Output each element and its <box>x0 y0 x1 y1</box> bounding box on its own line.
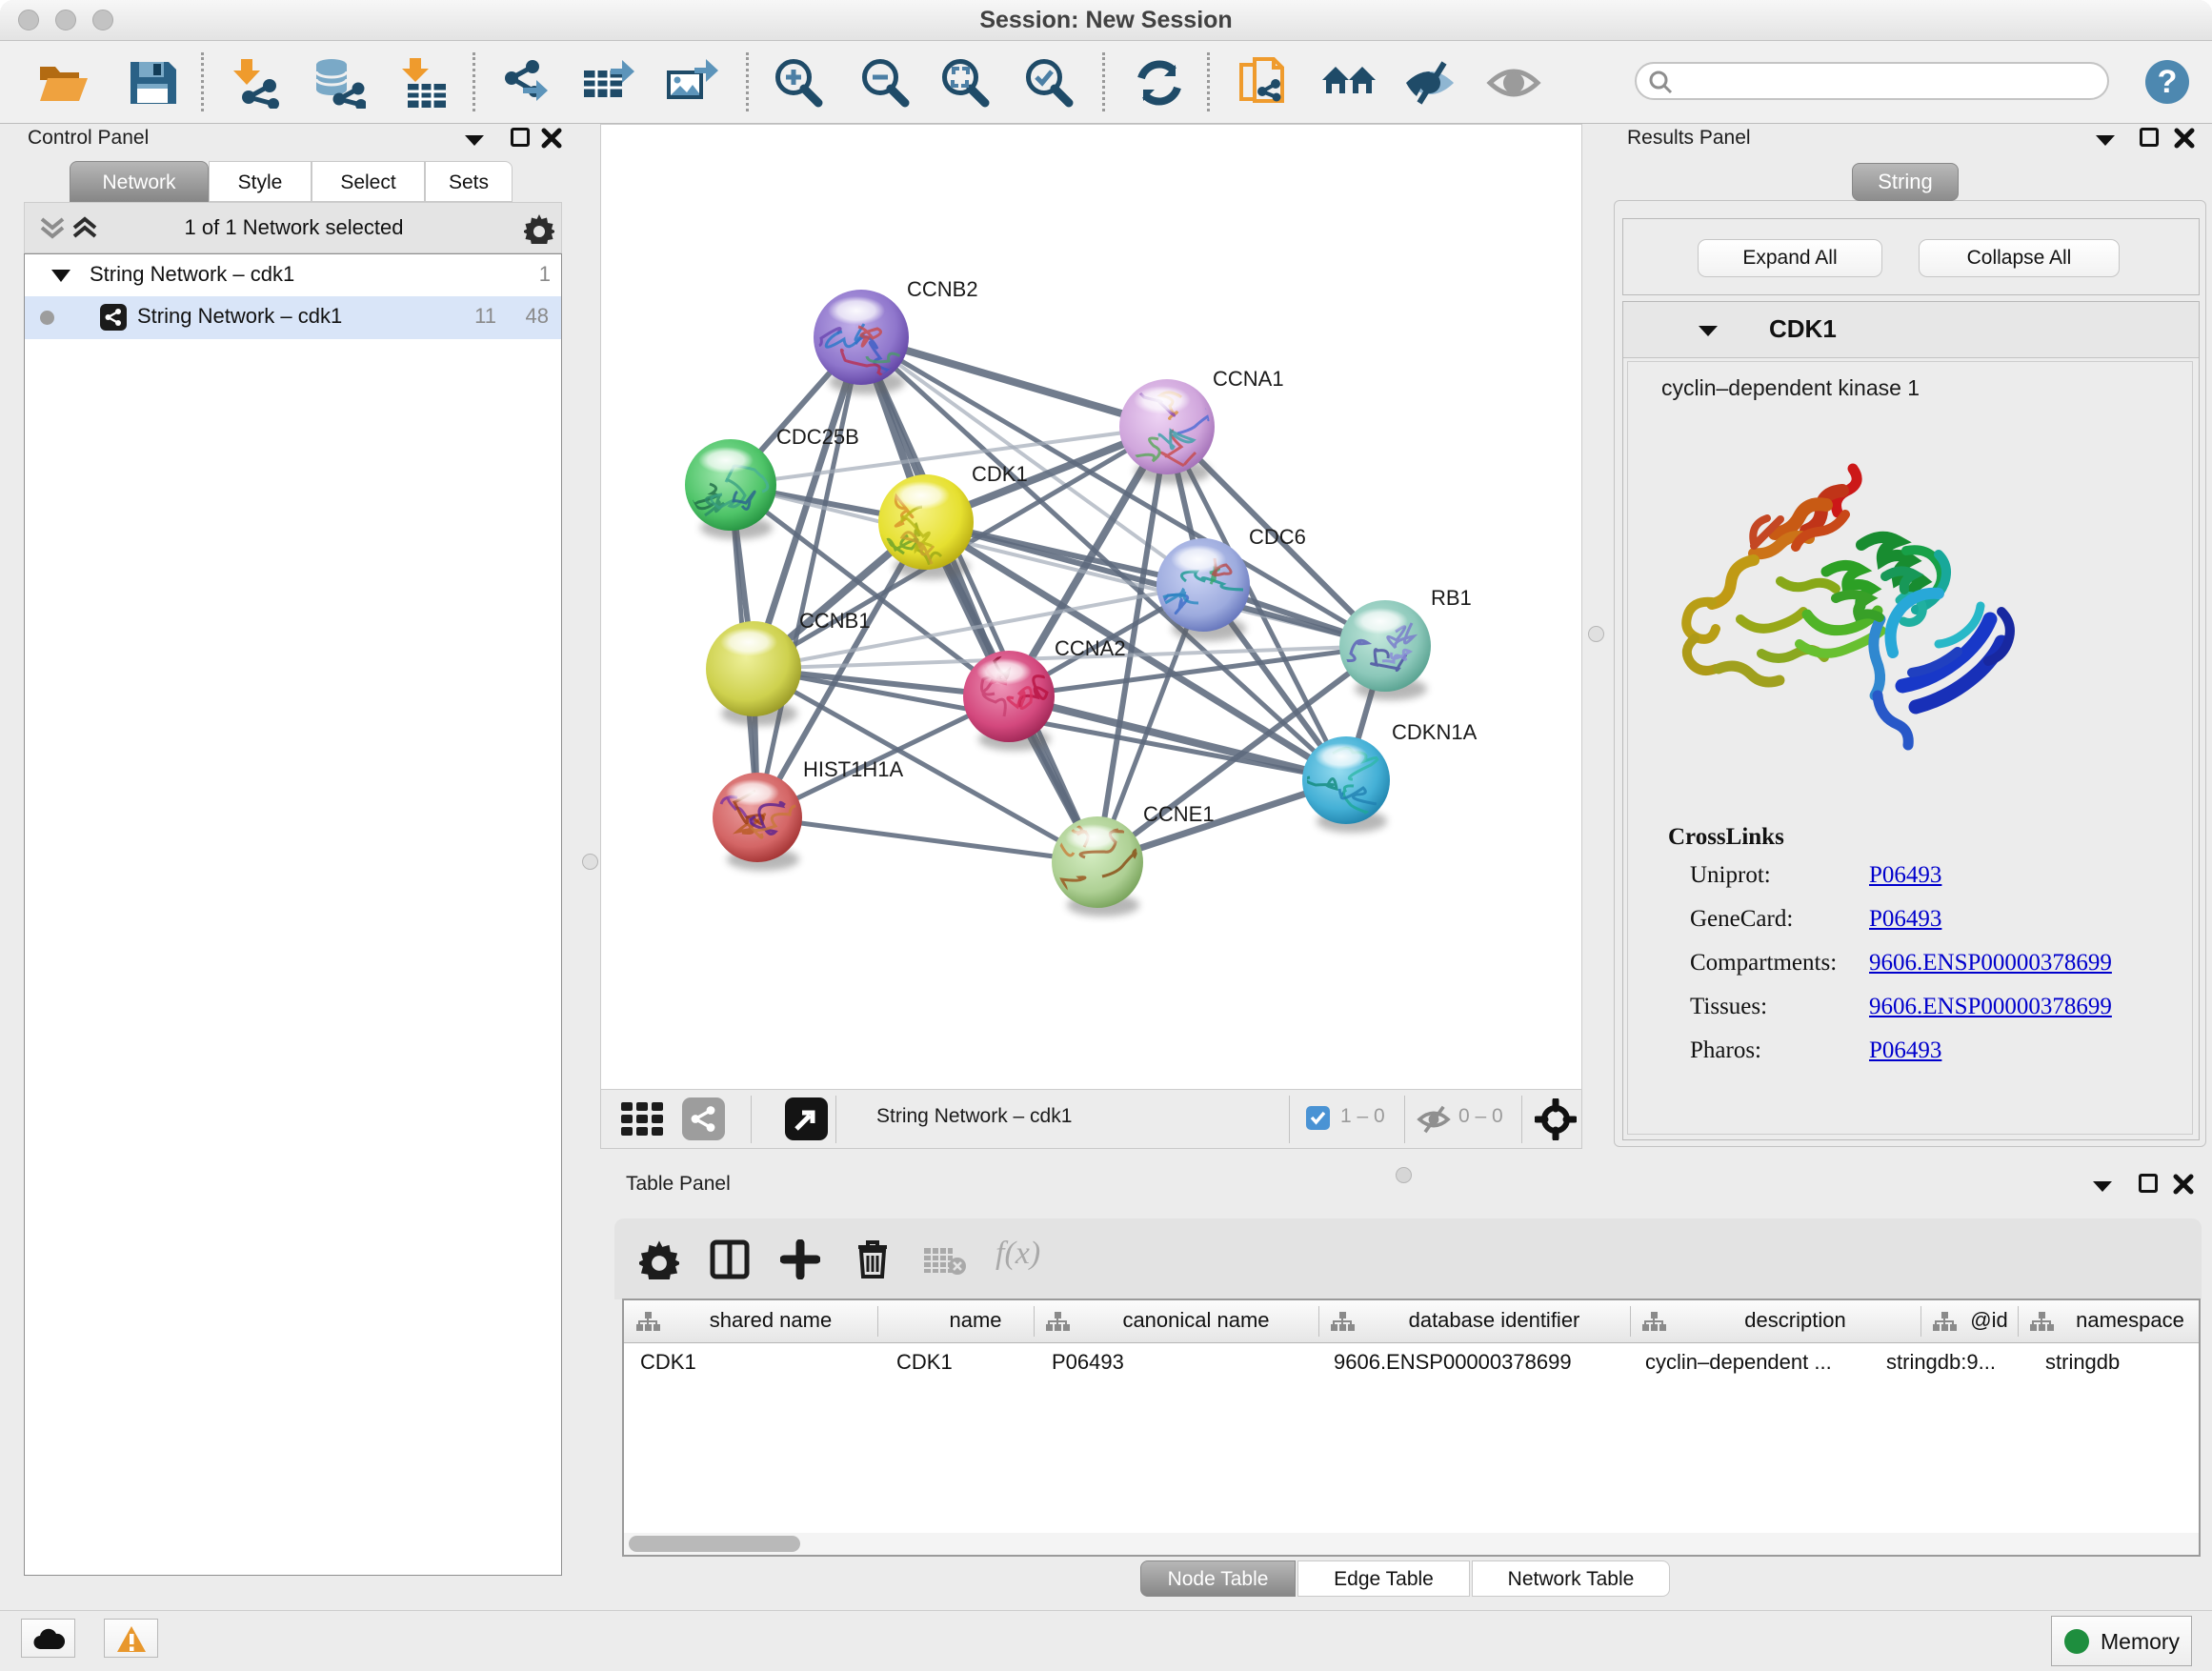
svg-text:CCNA1: CCNA1 <box>1213 367 1284 391</box>
svg-text:CDC6: CDC6 <box>1249 525 1306 549</box>
svg-text:HIST1H1A: HIST1H1A <box>803 757 903 781</box>
svg-text:CDKN1A: CDKN1A <box>1392 720 1478 744</box>
svg-text:CCNB2: CCNB2 <box>907 277 978 301</box>
svg-text:CDC25B: CDC25B <box>776 425 859 449</box>
svg-text:CCNE1: CCNE1 <box>1143 802 1215 826</box>
svg-text:CCNA2: CCNA2 <box>1055 636 1126 660</box>
svg-text:CCNB1: CCNB1 <box>799 609 871 633</box>
svg-text:?: ? <box>2158 64 2178 100</box>
svg-text:RB1: RB1 <box>1431 586 1472 610</box>
svg-text:CDK1: CDK1 <box>972 462 1028 486</box>
